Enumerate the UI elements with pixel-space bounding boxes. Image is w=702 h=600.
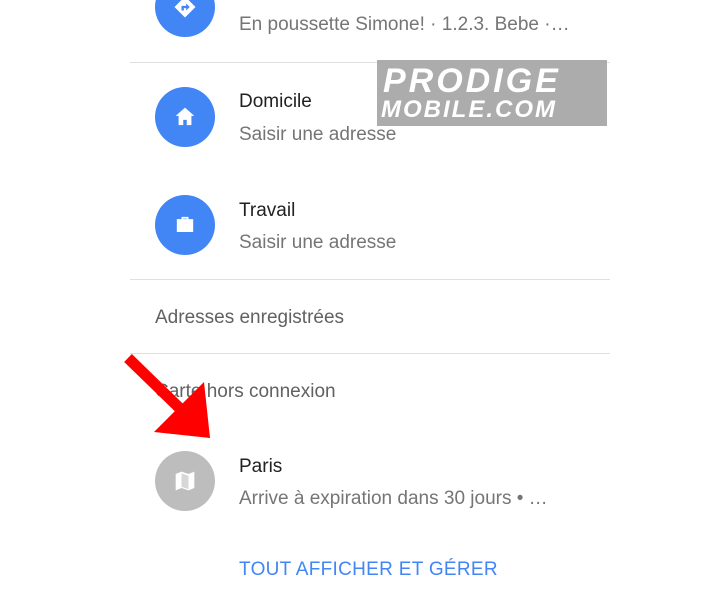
map-icon <box>175 471 195 491</box>
watermark-line2: MOBILE.COM <box>381 96 557 123</box>
offline-map-avatar <box>155 451 215 511</box>
view-all-manage-button[interactable]: TOUT AFFICHER ET GÉRER <box>239 559 498 581</box>
home-icon <box>175 107 195 126</box>
recent-place-subtitle: En poussette Simone! · 1.2.3. Bebe ·… <box>239 14 570 35</box>
home-title: Domicile <box>239 91 312 112</box>
offline-map-title: Paris <box>239 456 283 477</box>
saved-addresses-link[interactable]: Adresses enregistrées <box>155 307 344 329</box>
briefcase-icon <box>176 216 194 232</box>
work-title: Travail <box>239 200 296 221</box>
divider <box>130 279 610 280</box>
work-subtitle: Saisir une adresse <box>239 232 397 253</box>
recent-place-item[interactable]: En poussette Simone! · 1.2.3. Bebe ·… <box>130 0 610 62</box>
offline-map-subtitle: Arrive à expiration dans 30 jours • … <box>239 488 548 509</box>
home-subtitle: Saisir une adresse <box>239 124 397 145</box>
home-avatar <box>155 87 215 147</box>
recent-avatar <box>155 0 215 37</box>
prodige-mobile-watermark: PRODIGE MOBILE.COM <box>377 60 607 126</box>
work-avatar <box>155 195 215 255</box>
annotation-arrow-icon <box>124 354 210 438</box>
directions-icon <box>174 0 196 18</box>
work-item[interactable]: Travail Saisir une adresse <box>130 171 610 279</box>
